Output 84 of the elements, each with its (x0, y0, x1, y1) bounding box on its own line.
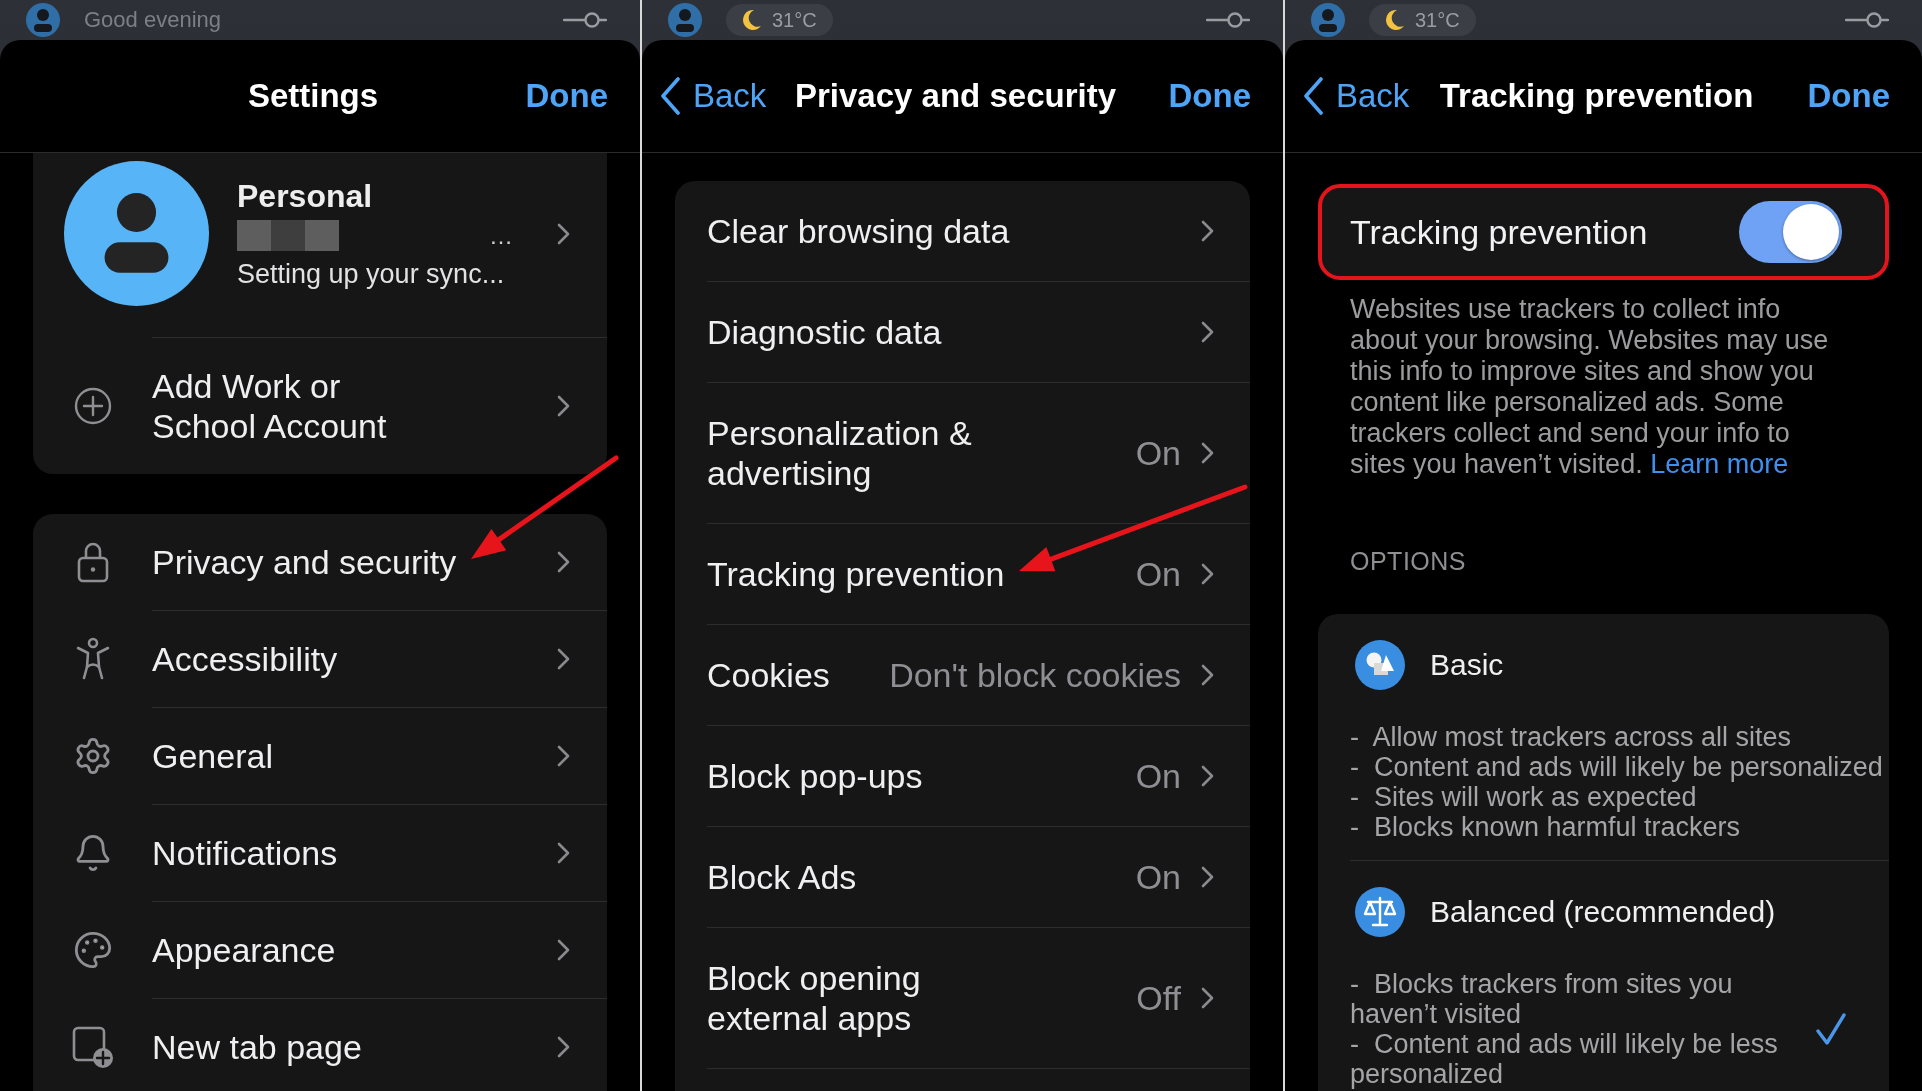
setting-value: Off (1136, 978, 1181, 1018)
page-plus-icon (71, 1025, 114, 1068)
settings-row[interactable]: Block opening external apps Off (675, 927, 1250, 1069)
moon-icon (742, 9, 762, 31)
avatar-icon (64, 161, 209, 306)
done-button[interactable]: Done (1168, 77, 1251, 115)
settings-row[interactable]: Block Ads On (675, 826, 1250, 927)
scale-icon (1355, 887, 1405, 937)
chevron-right-icon (1201, 664, 1214, 686)
settings-row[interactable]: General (33, 707, 607, 804)
avatar-icon[interactable] (668, 3, 702, 37)
option-detail: - Content and ads will likely be personalized (1350, 752, 1884, 782)
settings-row[interactable]: Notifications (33, 804, 607, 901)
settings-row[interactable]: Block pop-ups On (675, 725, 1250, 826)
done-button[interactable]: Done (1807, 77, 1890, 115)
settings-row[interactable]: Clear browsing data (675, 181, 1250, 281)
setting-value: Don't block cookies (889, 655, 1181, 695)
temperature-text: 31°C (1415, 8, 1460, 32)
option-detail: - Content and ads will likely be less personalized (1350, 1029, 1779, 1089)
description-text: Websites use trackers to collect info about your browsing. Websites may use this info to improve sites and show you content like personalized ads. Some trackers collect and send your info to sites you haven’t visited. Learn more (1350, 294, 1830, 480)
settings-row[interactable]: Appearance (33, 901, 607, 998)
chevron-right-icon (557, 395, 570, 417)
option-detail: - Allow most trackers across all sites (1350, 722, 1793, 752)
profile-name: Personal (237, 176, 374, 215)
back-button[interactable]: Back (1303, 77, 1410, 115)
back-button[interactable]: Back (660, 77, 767, 115)
toggle-label: Tracking prevention (1350, 212, 1648, 252)
chevron-right-icon (557, 222, 570, 245)
chevron-right-icon (1201, 866, 1214, 888)
option-detail: - Blocks known harmful trackers (1350, 812, 1742, 842)
greeting-text: Good evening (84, 7, 221, 33)
option-detail: - Sites will work as expected (1350, 782, 1698, 812)
setting-value: On (1135, 554, 1181, 594)
chevron-right-icon (1201, 442, 1214, 464)
chevron-right-icon (557, 648, 570, 670)
chevron-right-icon (1201, 987, 1214, 1009)
settings-row[interactable]: New tab page (33, 998, 607, 1091)
chevron-right-icon (1201, 563, 1214, 585)
chevron-right-icon (557, 1036, 570, 1058)
weather-pill[interactable]: 31°C (1369, 4, 1476, 36)
tracking-option[interactable]: Basic - Allow most trackers across all sites - Content and ads will likely be personalized - Sites will work as expected - Blocks known harmful trackers (1350, 614, 1889, 861)
page-title: Privacy and security (795, 77, 1116, 115)
page-title: Tracking prevention (1439, 77, 1754, 115)
section-heading: OPTIONS (1350, 546, 1467, 576)
sliders-icon[interactable] (1845, 12, 1889, 28)
sliders-icon[interactable] (563, 12, 607, 28)
tracking-option[interactable]: Balanced (recommended) - Blocks trackers from sites you haven’t visited - Content and ads will likely be less personalized (1350, 861, 1889, 1089)
chevron-right-icon (1201, 220, 1214, 242)
done-button[interactable]: Done (525, 77, 608, 115)
person-icon (74, 636, 111, 681)
chevron-right-icon (557, 745, 570, 767)
page-title: Settings (247, 77, 379, 115)
option-detail: - Blocks trackers from sites you haven’t visited (1350, 969, 1734, 1029)
chevron-right-icon (1201, 765, 1214, 787)
settings-row[interactable]: Privacy and security (33, 514, 607, 610)
lock-icon (76, 541, 109, 583)
settings-row[interactable]: Diagnostic data (675, 281, 1250, 382)
email-text: … (489, 221, 513, 250)
settings-row[interactable]: Tracking prevention On (675, 523, 1250, 624)
chevron-right-icon (557, 842, 570, 864)
avatar-icon[interactable] (26, 3, 60, 37)
avatar-icon[interactable] (1311, 3, 1345, 37)
weather-pill[interactable]: 31°C (726, 4, 833, 36)
chevron-right-icon (1201, 321, 1214, 343)
setting-value: On (1135, 433, 1181, 473)
checkmark-icon (1815, 1012, 1847, 1046)
settings-row[interactable]: Accessibility (33, 610, 607, 707)
plus-circle-icon (73, 386, 112, 425)
palette-icon (72, 929, 113, 970)
shapes-icon (1355, 640, 1405, 690)
sync-status: Setting up your sync... (237, 257, 506, 291)
setting-value: On (1135, 756, 1181, 796)
setting-value: On (1135, 857, 1181, 897)
chevron-right-icon (557, 939, 570, 961)
settings-row[interactable]: Personalization & advertising On (675, 382, 1250, 523)
chevron-left-icon (1303, 77, 1324, 115)
learn-more-link[interactable]: Learn more (1650, 449, 1789, 479)
moon-icon (1385, 9, 1405, 31)
settings-row[interactable]: Add Work or School Account (33, 337, 607, 474)
chevron-right-icon (557, 551, 570, 573)
sliders-icon[interactable] (1206, 12, 1250, 28)
chevron-left-icon (660, 77, 681, 115)
settings-row[interactable]: Cookies Don't block cookies (675, 624, 1250, 725)
temperature-text: 31°C (772, 8, 817, 32)
